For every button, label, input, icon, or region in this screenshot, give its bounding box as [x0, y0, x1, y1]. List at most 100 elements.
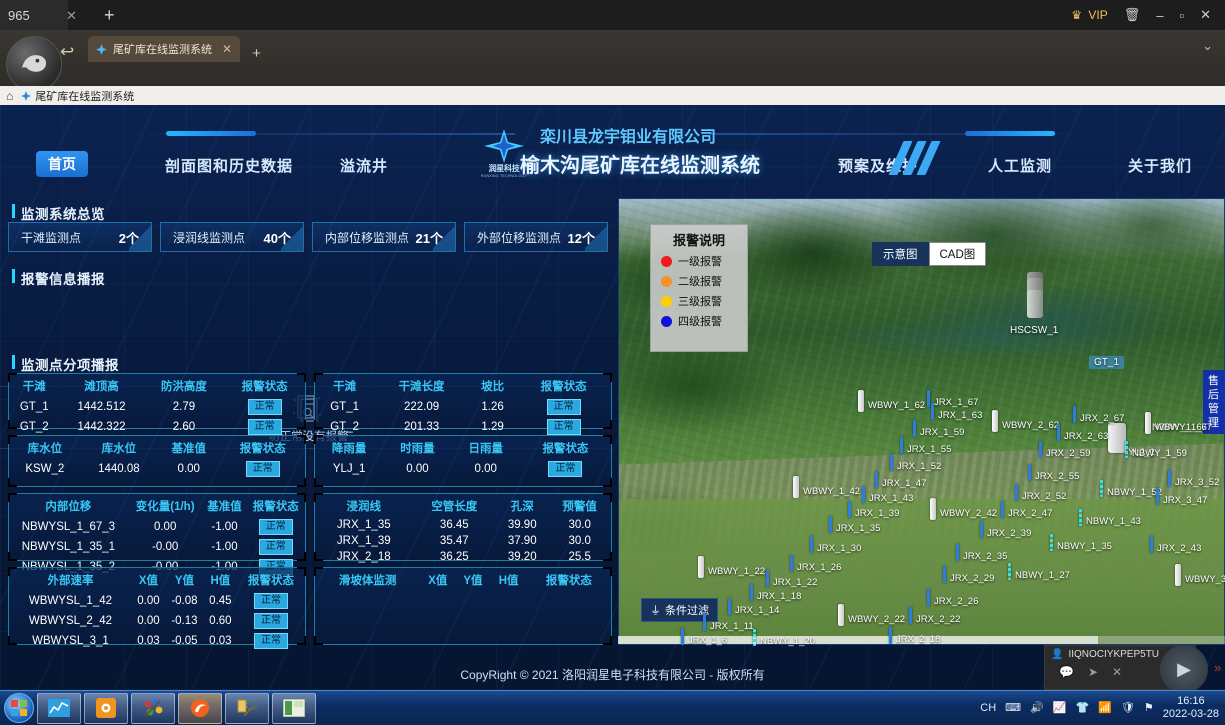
overview-card-dry-beach[interactable]: 干滩监测点 2个 — [8, 222, 152, 252]
close-button[interactable]: ✕ — [1200, 7, 1211, 23]
overview-card-external-disp[interactable]: 外部位移监测点 12个 — [464, 222, 608, 252]
map-marker-wbwy-1-62[interactable]: WBWY_1_62 — [868, 400, 925, 411]
signal-icon[interactable]: 📶 — [1098, 701, 1112, 714]
close-icon[interactable]: ✕ — [1112, 665, 1122, 679]
map-marker-jrx-1-11[interactable]: JRX_1_11 — [710, 621, 754, 632]
bookmark-item[interactable]: 尾矿库在线监测系统 — [21, 88, 134, 104]
map-marker-jrx-1-22[interactable]: JRX_1_22 — [773, 577, 817, 588]
cursor-icon[interactable]: ➤ — [1088, 665, 1098, 679]
trash-icon[interactable]: 🗑 — [1124, 7, 1141, 23]
windows-start-icon[interactable] — [4, 693, 34, 723]
map-marker-jrx-2-22[interactable]: JRX_2_22 — [916, 614, 960, 625]
map-marker-jrx-3-47[interactable]: JRX_3_47 — [1163, 495, 1207, 506]
map-marker-nbwy-1-43[interactable]: NBWY_1_43 — [1086, 516, 1141, 527]
keyboard-icon[interactable]: ⌨ — [1005, 701, 1021, 714]
vip-badge[interactable]: ♛ VIP — [1071, 8, 1107, 22]
map-marker-jrx-1-35[interactable]: JRX_1_35 — [836, 523, 880, 534]
map-marker-wbwy-1-22[interactable]: WBWY_1_22 — [708, 566, 765, 577]
taskbar-item-browser-app[interactable] — [178, 693, 222, 724]
map-marker-wbwy-1-67[interactable]: WBWY_1_67 — [1155, 422, 1212, 433]
network-chart-icon[interactable]: 📈 — [1053, 701, 1067, 714]
map-marker-jrx-1-43[interactable]: JRX_1_43 — [869, 493, 913, 504]
taskbar-item-paint-app[interactable] — [131, 693, 175, 724]
media-play-orb-icon[interactable]: ▶ — [1160, 645, 1208, 693]
marker-label-gt-1[interactable]: GT_1 — [1089, 356, 1124, 369]
chat-icon[interactable]: 💬 — [1059, 665, 1074, 679]
nav-item-manual-monitor[interactable]: 人工监测 — [988, 155, 1052, 176]
map-marker-jrx-2-35[interactable]: JRX_2_35 — [963, 551, 1007, 562]
nav-item-about-us[interactable]: 关于我们 — [1128, 155, 1192, 176]
col-header: 库水位 — [81, 436, 157, 459]
browser-back-icon[interactable]: ↩ — [60, 42, 74, 62]
browser-tab[interactable]: 尾矿库在线监测系统 ✕ — [88, 36, 240, 62]
chevron-down-icon[interactable]: ⌄ — [1202, 38, 1213, 54]
taskbar-item-tool-app[interactable] — [225, 693, 269, 724]
map-marker-jrx-2-43[interactable]: JRX_2_43 — [1157, 543, 1201, 554]
map-marker-jrx-1-63[interactable]: JRX_1_63 — [938, 410, 982, 421]
overview-card-internal-disp[interactable]: 内部位移监测点 21个 — [312, 222, 456, 252]
overview-card-saturation[interactable]: 浸润线监测点 40个 — [160, 222, 304, 252]
map-marker-jrx-2-47[interactable]: JRX_2_47 — [1008, 508, 1052, 519]
antivirus-icon[interactable]: 🛡 — [1121, 701, 1135, 714]
map-marker-wbwy-2-62[interactable]: WBWY_2_62 — [1002, 420, 1059, 431]
taskbar-item-settings-app[interactable] — [84, 693, 128, 724]
chevron-right-icon[interactable]: » — [1214, 660, 1221, 675]
map-marker-nbwy-1-59[interactable]: NBWY_1_59 — [1132, 448, 1187, 459]
condition-filter-button[interactable]: ⏚ 条件过滤 — [641, 598, 718, 622]
home-icon[interactable]: ⌂ — [6, 89, 13, 103]
map-marker-jrx-2-18[interactable]: JRX_2_18 — [896, 634, 940, 645]
col-header: 内部位移 — [9, 494, 128, 517]
nav-item-home[interactable]: 首页 — [36, 151, 88, 177]
minimize-button[interactable]: – — [1156, 8, 1163, 23]
map-marker-jrx-2-55[interactable]: JRX_2_55 — [1035, 471, 1079, 482]
map-marker-jrx-1-55[interactable]: JRX_1_55 — [907, 444, 951, 455]
map-marker-wbwy-2-42[interactable]: WBWY_2_42 — [940, 508, 997, 519]
taskbar-item-chart-app[interactable] — [37, 693, 81, 724]
map-marker-jrx-1-30[interactable]: JRX_1_30 — [817, 543, 861, 554]
shirt-icon[interactable]: 👕 — [1075, 701, 1089, 714]
legend-row-level-2: 二级报警 — [661, 273, 739, 289]
map-marker-jrx-1-39[interactable]: JRX_1_39 — [855, 508, 899, 519]
map-marker-jrx-3-52[interactable]: JRX_3_52 — [1175, 477, 1219, 488]
map-marker-wbwy-1-42[interactable]: WBWY_1_42 — [803, 486, 860, 497]
map-marker-nbwy-1-20[interactable]: NBWY_1_20 — [760, 636, 815, 647]
map-marker-jrx-2-39[interactable]: JRX_2_39 — [987, 528, 1031, 539]
taskbar-item-window-app[interactable] — [272, 693, 316, 724]
map-marker-jrx-2-26[interactable]: JRX_2_26 — [934, 596, 978, 607]
map-marker-nbwy-1-27[interactable]: NBWY_1_27 — [1015, 570, 1070, 581]
map-marker-jrx-1-26[interactable]: JRX_1_26 — [797, 562, 841, 573]
os-new-tab-icon[interactable]: + — [104, 5, 115, 25]
ime-indicator[interactable]: CH — [980, 702, 996, 714]
os-window-tab[interactable]: 965 — [0, 0, 68, 30]
map-marker-nbwy-1-52[interactable]: NBWY_1_52 — [1107, 487, 1162, 498]
map-marker-jrx-2-52[interactable]: JRX_2_52 — [1022, 491, 1066, 502]
map-marker-wbwy-2-22[interactable]: WBWY_2_22 — [848, 614, 905, 625]
map-marker-jrx-1-52[interactable]: JRX_1_52 — [897, 461, 941, 472]
os-window-controls: ♛ VIP 🗑 – ▫ ✕ — [1071, 0, 1221, 30]
map-marker-jrx-1-47[interactable]: JRX_1_47 — [882, 478, 926, 489]
map-marker-jrx-1-67[interactable]: JRX_1_67 — [934, 397, 978, 408]
nav-item-profile-history[interactable]: 剖面图和历史数据 — [165, 155, 293, 176]
map-marker-wbwy-3[interactable]: WBWY_3 — [1185, 574, 1225, 585]
map-marker-jrx-1-59[interactable]: JRX_1_59 — [920, 427, 964, 438]
browser-tab-close-icon[interactable]: ✕ — [222, 42, 232, 56]
map-toggle-schematic[interactable]: 示意图 — [872, 242, 929, 266]
maximize-button[interactable]: ▫ — [1179, 8, 1184, 23]
map-marker-jrx-1-14[interactable]: JRX_1_14 — [735, 605, 779, 616]
browser-new-tab-icon[interactable]: + — [252, 45, 261, 62]
map-marker-jrx-2-29[interactable]: JRX_2_29 — [950, 573, 994, 584]
map-marker-nbwy-1-35[interactable]: NBWY_1_35 — [1057, 541, 1112, 552]
os-window-tab-close-icon[interactable]: ✕ — [66, 8, 77, 24]
map-toggle-cad[interactable]: CAD图 — [929, 242, 987, 266]
volume-icon[interactable]: 🔊 — [1030, 701, 1044, 714]
map-marker-jrx-1-6[interactable]: JRX_1_6 — [688, 635, 727, 646]
map-marker-jrx-2-63[interactable]: JRX_2_63 — [1064, 431, 1108, 442]
nav-item-overflow-well[interactable]: 溢流井 — [340, 155, 388, 176]
col-header: 外部速率 — [9, 568, 132, 591]
flag-icon[interactable]: ⚑ — [1144, 701, 1154, 714]
map-marker-jrx-1-18[interactable]: JRX_1_18 — [757, 591, 801, 602]
clock[interactable]: 16:16 2022-03-28 — [1163, 695, 1219, 721]
marker-label-hscsw-1[interactable]: HSCSW_1 — [1010, 325, 1058, 336]
map-marker-jrx-2-67[interactable]: JRX_2_67 — [1080, 413, 1124, 424]
map-marker-jrx-2-59[interactable]: JRX_2_59 — [1046, 448, 1090, 459]
